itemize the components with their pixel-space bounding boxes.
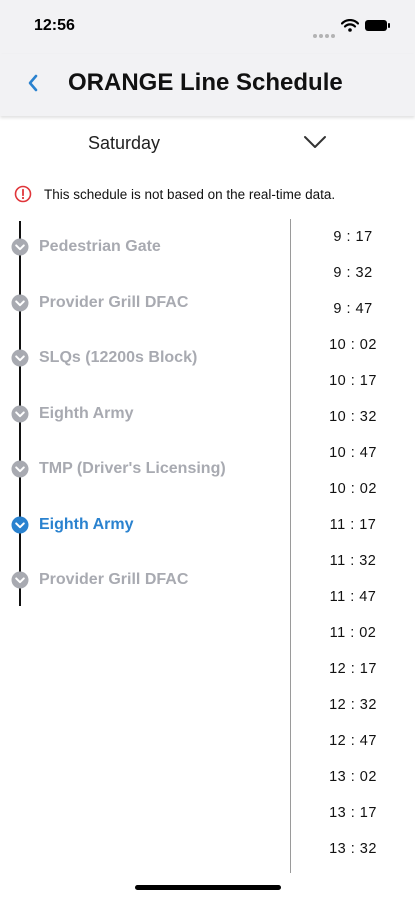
check-circle-icon [11,516,29,533]
departure-time: 13 : 32 [329,841,377,857]
departure-time: 11 : 17 [329,517,377,533]
page-title: ORANGE Line Schedule [68,69,343,96]
chevron-left-icon [28,74,38,92]
departure-time: 11 : 47 [329,589,377,605]
stop-name: Eighth Army [39,515,134,533]
stop-item[interactable]: Provider Grill DFAC [11,288,281,318]
stop-marker-icon [11,571,29,589]
cellular-signal-icon [313,25,337,43]
stop-item[interactable]: Provider Grill DFAC [11,565,281,595]
stop-item[interactable]: Eighth Army [11,399,281,429]
departure-time: 10 : 02 [329,337,377,353]
stop-item[interactable]: Pedestrian Gate [11,232,281,262]
stop-name: Eighth Army [39,404,134,422]
stop-item[interactable]: Eighth Army [11,510,281,540]
departure-time: 12 : 32 [329,697,377,713]
home-indicator [135,885,281,890]
nav-bar: ORANGE Line Schedule [0,54,415,116]
stop-item[interactable]: SLQs (12200s Block) [11,343,281,373]
alert-icon [14,185,32,203]
stop-marker-icon [11,238,29,256]
stop-name: TMP (Driver's Licensing) [39,460,226,477]
stop-marker-icon [11,349,29,367]
departure-time: 11 : 32 [329,553,377,569]
day-select[interactable]: Saturday [0,120,415,166]
back-button[interactable] [22,68,50,98]
departure-time: 10 : 17 [329,373,377,389]
stop-marker-icon [11,294,29,311]
battery-icon [365,20,390,31]
departure-time: 12 : 47 [329,733,377,749]
departure-time: 11 : 02 [329,625,377,641]
chevron-down-icon [304,136,326,148]
day-select-value: Saturday [88,133,161,153]
departure-time: 9 : 32 [333,265,373,281]
departure-time: 9 : 17 [333,229,373,245]
departure-time: 9 : 47 [333,301,373,317]
stop-name: SLQs (12200s Block) [39,349,198,366]
departure-time: 10 : 02 [329,481,377,497]
departure-time: 10 : 32 [329,409,377,425]
realtime-notice: This schedule is not based on the real-t… [0,180,415,208]
stop-name: Provider Grill DFAC [39,571,189,588]
stop-marker-icon [11,460,29,478]
wifi-icon [341,19,359,32]
status-time: 12:56 [34,17,75,34]
stop-name: Pedestrian Gate [39,238,161,255]
stop-item[interactable]: TMP (Driver's Licensing) [11,454,281,484]
stop-name: Provider Grill DFAC [39,293,189,311]
departure-time: 13 : 02 [329,769,377,785]
departure-time: 10 : 47 [329,445,377,461]
departure-time: 12 : 17 [329,661,377,677]
notice-text: This schedule is not based on the real-t… [44,187,336,202]
status-icons [313,19,393,38]
departure-time: 13 : 17 [329,805,377,821]
status-bar: 12:56 [0,0,415,54]
column-divider [290,219,291,873]
stop-marker-icon [11,405,29,422]
